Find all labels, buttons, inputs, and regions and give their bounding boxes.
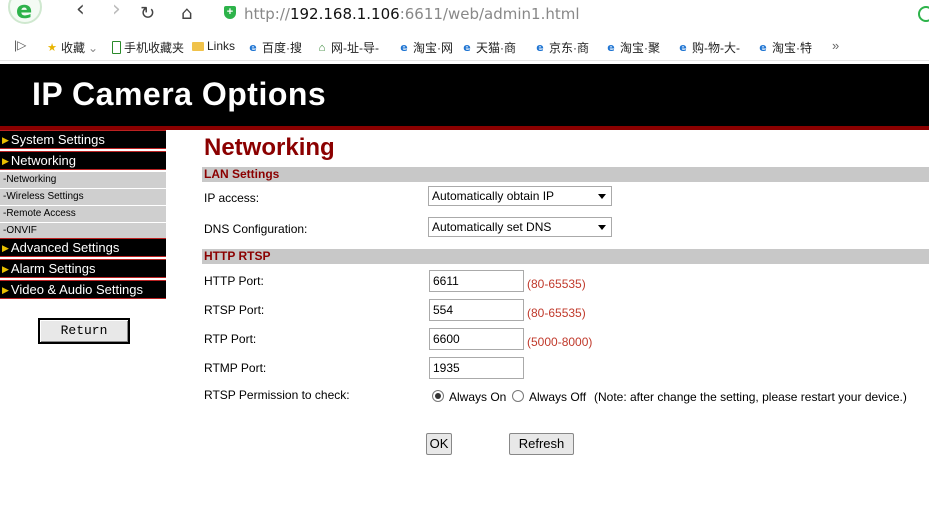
rtp-port-label: RTP Port: (204, 332, 257, 346)
bookmark-jd[interactable]: e 京东·商 (534, 39, 589, 56)
header-banner: IP Camera Options (0, 64, 929, 130)
networking-submenu: -Networking -Wireless Settings -Remote A… (0, 172, 166, 240)
triangle-right-icon: ▶ (2, 264, 9, 274)
ok-button[interactable]: OK (426, 433, 452, 455)
page-title: Networking (204, 134, 335, 161)
rtsp-port-range: (80-65535) (527, 306, 586, 320)
browser-logo-icon: e (8, 0, 42, 24)
chevron-down-icon (598, 225, 606, 230)
menu-system-settings[interactable]: ▶ System Settings (0, 130, 166, 149)
rtp-port-range: (5000-8000) (527, 335, 593, 349)
phone-icon (112, 41, 121, 54)
rtsp-port-label: RTSP Port: (204, 303, 265, 317)
rtmp-port-input[interactable]: 1935 (429, 357, 524, 379)
ip-access-select[interactable]: Automatically obtain IP (428, 186, 612, 206)
ip-access-label: IP access: (204, 191, 260, 205)
triangle-right-icon: ▶ (2, 285, 9, 295)
sidebar-toggle-icon[interactable]: |▷ (14, 38, 26, 52)
http-port-input[interactable]: 6611 (429, 270, 524, 292)
menu-networking[interactable]: ▶ Networking (0, 151, 166, 170)
bookmark-favorites[interactable]: ★ 收藏 ⌄ (46, 39, 98, 56)
bookmark-mobile[interactable]: 手机收藏夹 (112, 39, 184, 56)
submenu-remote-access[interactable]: -Remote Access (0, 206, 166, 223)
return-button[interactable]: Return (38, 318, 130, 344)
submenu-networking[interactable]: -Networking (0, 172, 166, 189)
bookmarks-bar: |▷ ★ 收藏 ⌄ 手机收藏夹 Links e 百度·搜 ⌂ 网-址-导- e 淘宝·网 … (0, 32, 929, 61)
bookmark-tejia[interactable]: e 淘宝·特 (757, 39, 812, 56)
address-bar[interactable]: http://192.168.1.106:6611/web/admin1.htm… (244, 5, 580, 23)
rtp-port-input[interactable]: 6600 (429, 328, 524, 350)
bookmark-links[interactable]: Links (192, 39, 235, 53)
restart-note: (Note: after change the setting, please … (594, 390, 907, 404)
extension-icon[interactable] (918, 6, 929, 22)
rtmp-port-label: RTMP Port: (204, 361, 267, 375)
menu-alarm-settings[interactable]: ▶ Alarm Settings (0, 259, 166, 278)
menu-advanced-settings[interactable]: ▶ Advanced Settings (0, 238, 166, 257)
ie-icon: e (679, 40, 687, 54)
menu-video-audio-settings[interactable]: ▶ Video & Audio Settings (0, 280, 166, 299)
bookmark-taobao[interactable]: e 淘宝·网 (398, 39, 453, 56)
ie-icon: e (759, 40, 767, 54)
ie-icon: e (463, 40, 471, 54)
http-port-range: (80-65535) (527, 277, 586, 291)
secure-shield-icon: + (224, 6, 236, 19)
back-button[interactable]: ‹ (76, 0, 85, 21)
home-button[interactable]: ⌂ (181, 4, 192, 24)
reload-button[interactable]: ↻ (140, 4, 155, 24)
submenu-wireless-settings[interactable]: -Wireless Settings (0, 189, 166, 206)
always-off-radio[interactable] (512, 390, 524, 402)
always-on-radio[interactable] (432, 390, 444, 402)
triangle-right-icon: ▶ (2, 156, 9, 166)
bookmark-shopping[interactable]: e 购-物-大- (677, 39, 740, 56)
dns-configuration-select[interactable]: Automatically set DNS (428, 217, 612, 237)
triangle-right-icon: ▶ (2, 135, 9, 145)
triangle-right-icon: ▶ (2, 243, 9, 253)
bookmark-juhuasuan[interactable]: e 淘宝·聚 (605, 39, 660, 56)
folder-icon (192, 41, 204, 51)
dns-configuration-label: DNS Configuration: (204, 222, 308, 236)
bookmark-tmall[interactable]: e 天猫·商 (461, 39, 516, 56)
always-off-label: Always Off (529, 390, 587, 404)
rtsp-port-input[interactable]: 554 (429, 299, 524, 321)
browser-toolbar: e ‹ › ↻ ⌂ + http://192.168.1.106:6611/we… (0, 0, 929, 30)
section-lan-settings: LAN Settings (202, 167, 929, 182)
house-icon: ⌂ (318, 41, 326, 54)
http-port-label: HTTP Port: (204, 274, 264, 288)
chevron-down-icon (598, 194, 606, 199)
forward-button[interactable]: › (112, 0, 121, 21)
bookmark-baidu[interactable]: e 百度·搜 (247, 39, 302, 56)
ie-icon: e (607, 40, 615, 54)
section-http-rtsp: HTTP RTSP (202, 249, 929, 264)
ie-icon: e (249, 40, 257, 54)
always-on-label: Always On (449, 390, 507, 404)
refresh-button[interactable]: Refresh (509, 433, 574, 455)
page-banner-title: IP Camera Options (32, 76, 327, 112)
bookmark-hao[interactable]: ⌂ 网-址-导- (316, 39, 379, 56)
more-bookmarks-button[interactable]: » (832, 38, 839, 53)
rtsp-permission-label: RTSP Permission to check: (204, 388, 350, 402)
ie-icon: e (400, 40, 408, 54)
star-icon: ★ (47, 41, 57, 54)
ie-icon: e (536, 40, 544, 54)
